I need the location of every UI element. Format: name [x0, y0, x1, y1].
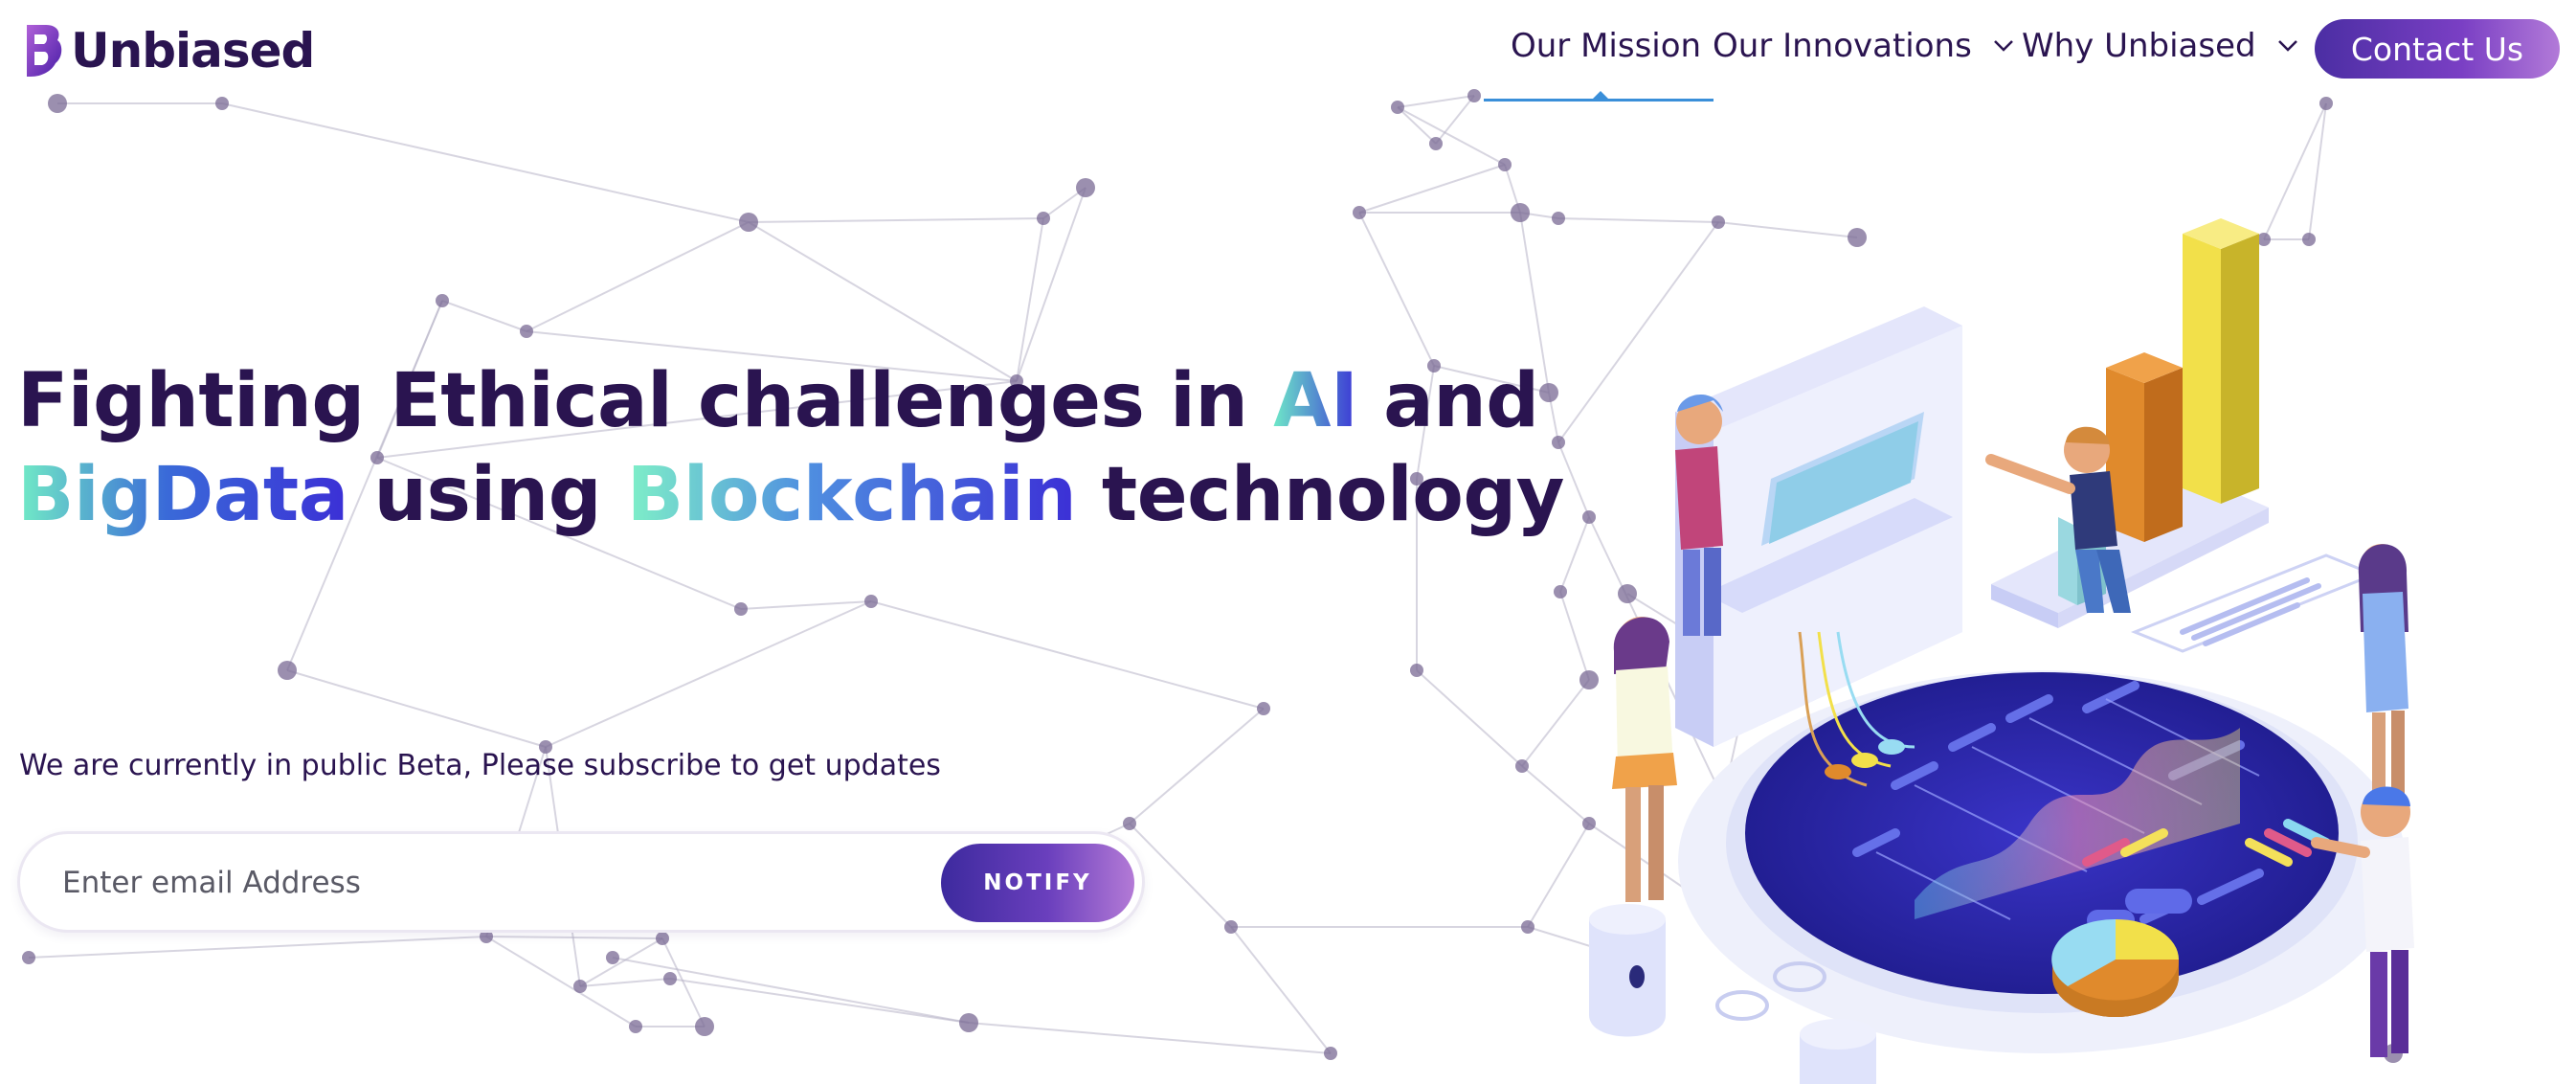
- title-text: using: [347, 452, 627, 538]
- network-node: [695, 1017, 714, 1036]
- title-highlight-ai: AI: [1273, 358, 1358, 444]
- network-node: [22, 951, 35, 964]
- pie-chart-prop: [2051, 918, 2180, 1017]
- chevron-down-icon: [2277, 40, 2297, 52]
- title-text: technology: [1076, 452, 1565, 538]
- network-node: [1257, 702, 1270, 715]
- nav-item-our-innovations[interactable]: Our Innovations: [1713, 27, 2014, 65]
- network-node: [656, 932, 669, 945]
- brand-logo[interactable]: Unbiased: [21, 23, 315, 79]
- storage-jar: [1800, 1019, 1876, 1084]
- storage-jar: [1589, 904, 1666, 1037]
- network-node: [520, 325, 533, 338]
- hero-title: Fighting Ethical challenges in AI and Bi…: [17, 354, 1564, 542]
- subscribe-form: NOTIFY: [17, 831, 1145, 933]
- contact-us-button[interactable]: Contact Us: [2315, 19, 2560, 79]
- network-node: [278, 661, 297, 680]
- network-node: [1353, 206, 1366, 219]
- network-node: [1123, 817, 1136, 830]
- network-node: [1429, 137, 1443, 150]
- person-standing-left: [1612, 617, 1677, 902]
- network-node: [573, 980, 587, 993]
- title-text: and: [1357, 358, 1539, 444]
- network-node: [1410, 664, 1423, 677]
- title-text: Fighting Ethical challenges in: [17, 358, 1274, 444]
- nav-item-label: Why Unbiased: [2022, 27, 2256, 65]
- nav-item-why-unbiased[interactable]: Why Unbiased: [2022, 27, 2298, 65]
- top-navigation: Unbiased Our Mission Our Innovations Why…: [0, 0, 2576, 103]
- network-node: [864, 595, 878, 608]
- network-node: [436, 294, 449, 307]
- active-nav-caret-icon: [1592, 91, 1609, 100]
- brand-name: Unbiased: [71, 23, 315, 79]
- chevron-down-icon: [1993, 40, 2013, 52]
- network-node: [1076, 178, 1095, 197]
- network-node: [606, 951, 619, 964]
- notify-button[interactable]: NOTIFY: [941, 844, 1134, 922]
- network-node: [734, 602, 748, 616]
- network-node: [629, 1020, 642, 1033]
- network-node: [1037, 212, 1050, 225]
- email-input[interactable]: [62, 853, 905, 913]
- title-highlight-bigdata: BigData: [17, 452, 348, 538]
- bar-chart-prop: [1991, 218, 2269, 628]
- unbiased-b-logo-icon: [27, 25, 62, 77]
- beta-notice: We are currently in public Beta, Please …: [19, 749, 941, 782]
- nav-item-our-mission[interactable]: Our Mission: [1511, 27, 1701, 65]
- network-node: [959, 1013, 978, 1032]
- network-node: [1498, 158, 1512, 171]
- network-node: [663, 972, 677, 985]
- network-node: [739, 213, 758, 232]
- nav-item-label: Our Innovations: [1713, 27, 1972, 65]
- network-node: [1224, 920, 1238, 934]
- title-highlight-blockchain: Blockchain: [626, 452, 1077, 538]
- nav-item-label: Our Mission: [1511, 27, 1702, 65]
- network-node: [1324, 1047, 1337, 1060]
- blockchain-analytics-illustration: [1589, 218, 2414, 1084]
